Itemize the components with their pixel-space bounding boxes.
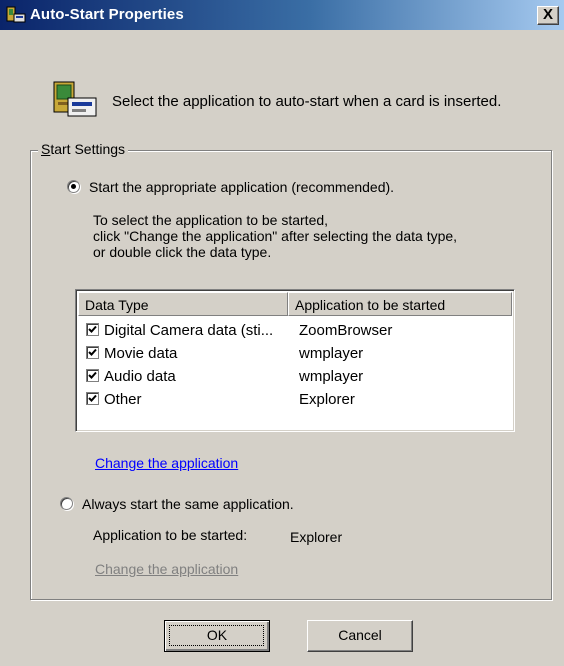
close-icon: X <box>542 6 553 23</box>
cell-application: wmplayer <box>299 345 364 362</box>
change-application-link[interactable]: Change the application <box>95 455 238 471</box>
focus-ring <box>169 625 264 646</box>
row-checkbox[interactable] <box>86 369 99 382</box>
data-type-list[interactable]: Data Type Application to be started Digi… <box>75 289 515 432</box>
row-checkbox[interactable] <box>86 392 99 405</box>
cell-application: ZoomBrowser <box>299 322 393 339</box>
radio-auto-application-label[interactable]: Start the appropriate application (recom… <box>89 179 394 195</box>
list-header: Data Type Application to be started <box>78 292 514 316</box>
ok-button[interactable]: OK <box>164 620 270 652</box>
column-header-data-type[interactable]: Data Type <box>78 292 288 316</box>
row-checkbox[interactable] <box>86 346 99 359</box>
change-application-link-disabled: Change the application <box>95 561 239 577</box>
radio-same-application-label[interactable]: Always start the same application. <box>82 496 294 512</box>
radio-same-application[interactable] <box>60 497 73 510</box>
help-text-line-3: or double click the data type. <box>93 244 272 260</box>
window-title: Auto-Start Properties <box>30 6 184 23</box>
column-header-application[interactable]: Application to be started <box>288 292 512 316</box>
cancel-button-label: Cancel <box>338 627 382 643</box>
cancel-button[interactable]: Cancel <box>307 620 413 652</box>
table-row[interactable]: Digital Camera data (sti... ZoomBrowser <box>80 319 510 342</box>
cell-data-type: Other <box>104 391 142 408</box>
application-value: Explorer <box>290 529 343 545</box>
checkmark-icon <box>88 348 97 356</box>
table-row[interactable]: Movie data wmplayer <box>80 342 510 365</box>
header-description: Select the application to auto-start whe… <box>112 93 502 110</box>
help-text-line-2: click "Change the application" after sel… <box>93 228 458 244</box>
cell-application: wmplayer <box>299 368 364 385</box>
card-reader-icon <box>6 6 26 23</box>
title-bar[interactable]: Auto-Start Properties X <box>0 0 564 30</box>
cell-data-type: Audio data <box>104 368 176 385</box>
start-settings-label: Start Settings <box>38 141 129 157</box>
checkmark-icon <box>88 394 97 402</box>
cell-application: Explorer <box>299 391 355 408</box>
checkmark-icon <box>88 371 97 379</box>
cell-data-type: Digital Camera data (sti... <box>104 322 274 339</box>
radio-auto-application[interactable] <box>67 180 80 193</box>
checkmark-icon <box>88 325 97 333</box>
table-row[interactable]: Other Explorer <box>80 388 510 411</box>
row-checkbox[interactable] <box>86 323 99 336</box>
close-button[interactable]: X <box>537 6 559 25</box>
table-row[interactable]: Audio data wmplayer <box>80 365 510 388</box>
cell-data-type: Movie data <box>104 345 178 362</box>
application-label: Application to be started: <box>93 527 248 543</box>
radio-selected-dot <box>71 184 76 189</box>
help-text-line-1: To select the application to be started, <box>93 212 329 228</box>
card-reader-large-icon <box>53 81 97 117</box>
